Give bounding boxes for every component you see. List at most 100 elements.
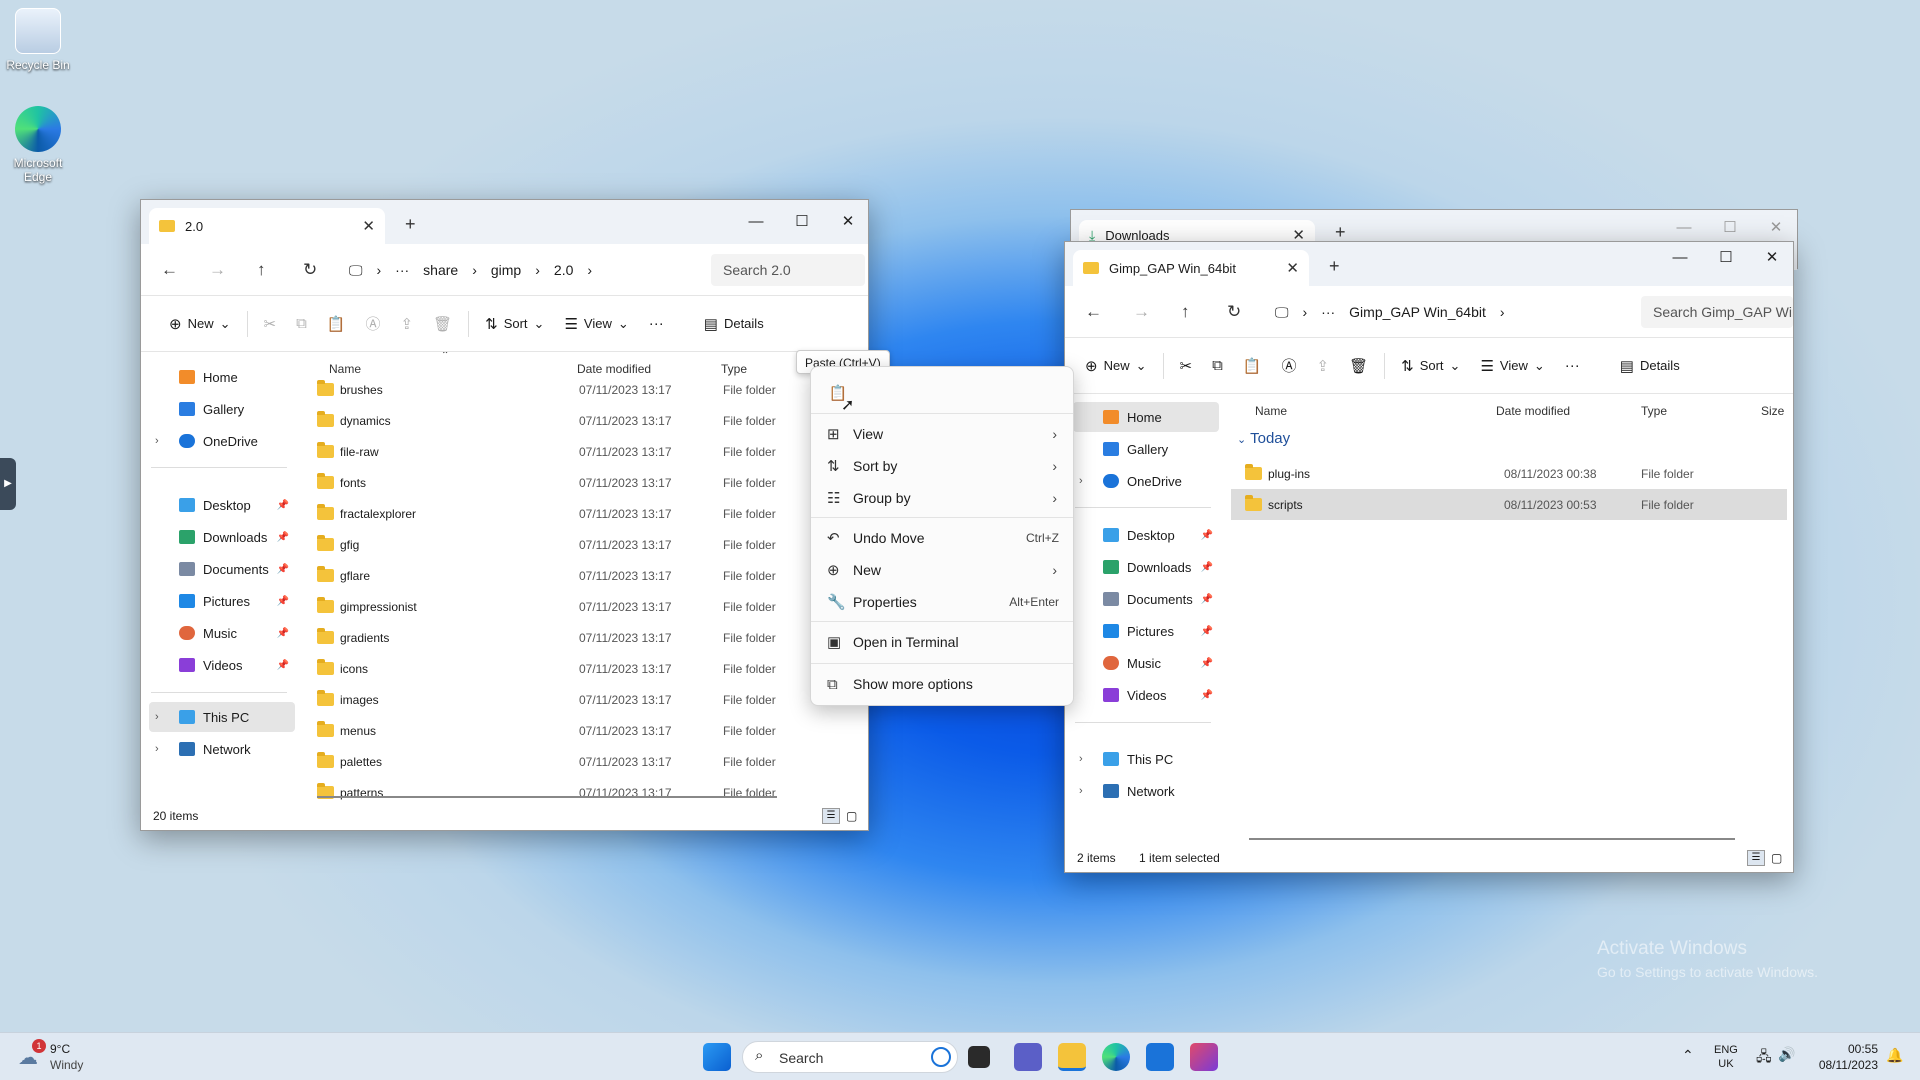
start-icon[interactable] — [703, 1043, 731, 1071]
table-row[interactable]: file-raw 07/11/2023 13:17 File folder — [299, 436, 860, 467]
delete-icon[interactable]: 🗑 — [423, 306, 462, 342]
more-icon[interactable]: ··· — [639, 306, 674, 342]
table-row[interactable]: brushes 07/11/2023 13:17 File folder — [299, 374, 860, 405]
chevron-right-icon[interactable]: › — [1079, 753, 1083, 765]
menu-item-show-more[interactable]: ⧉ Show more options — [815, 669, 1069, 699]
ellipsis-icon[interactable]: ··· — [395, 262, 409, 278]
crumb-2-0[interactable]: 2.0 — [554, 262, 573, 278]
sidebar-item-onedrive[interactable]: › OneDrive — [1073, 466, 1219, 496]
sidebar-item-this-pc[interactable]: › This PC — [149, 702, 295, 732]
chevron-right-icon[interactable]: › — [1079, 475, 1083, 487]
crumb-gimp-gap[interactable]: Gimp_GAP Win_64bit — [1349, 304, 1486, 320]
details-view-icon[interactable]: ☰ — [1747, 850, 1765, 866]
close-button[interactable]: ✕ — [825, 208, 871, 236]
sort-button[interactable]: ⇅ Sort ⌄ — [475, 306, 554, 342]
table-row[interactable]: patterns 07/11/2023 13:17 File folder — [299, 777, 860, 802]
table-row[interactable]: plug-ins 08/11/2023 00:38 File folder — [1231, 458, 1787, 489]
edge-desktop-icon[interactable]: Microsoft Edge — [1, 106, 75, 184]
table-row[interactable]: gflare 07/11/2023 13:17 File folder — [299, 560, 860, 591]
volume-icon[interactable]: 🔊 — [1778, 1046, 1795, 1063]
sidebar-item-pictures[interactable]: Pictures 📌 — [149, 586, 295, 616]
forward-icon[interactable]: → — [1133, 302, 1150, 322]
chevron-right-icon[interactable]: › — [155, 435, 159, 447]
horizontal-scrollbar[interactable] — [1249, 838, 1735, 840]
refresh-icon[interactable]: ↻ — [1227, 302, 1241, 322]
chevron-right-icon[interactable]: › — [155, 711, 159, 723]
sidebar-item-desktop[interactable]: Desktop 📌 — [149, 490, 295, 520]
column-header-type[interactable]: Type — [1641, 404, 1667, 418]
sidebar-item-gallery[interactable]: Gallery — [1073, 434, 1219, 464]
clock[interactable]: 00:55 08/11/2023 — [1806, 1041, 1878, 1073]
view-button[interactable]: ☰ View ⌄ — [554, 306, 638, 342]
menu-item-new[interactable]: ⊕ New › — [815, 555, 1069, 585]
weather-widget[interactable]: ☁ 1 9°C Windy — [18, 1039, 98, 1073]
horizontal-scrollbar[interactable] — [317, 796, 777, 798]
maximize-button[interactable]: ☐ — [1703, 244, 1749, 272]
tab-2-0[interactable]: 2.0 ✕ — [149, 208, 385, 244]
ellipsis-icon[interactable]: ··· — [1321, 304, 1335, 320]
delete-icon[interactable]: 🗑 — [1339, 348, 1378, 384]
teams-icon[interactable] — [1014, 1043, 1042, 1071]
column-header-size[interactable]: Size — [1761, 404, 1784, 418]
back-icon[interactable]: ← — [1085, 302, 1102, 322]
table-row[interactable]: icons 07/11/2023 13:17 File folder — [299, 653, 860, 684]
menu-item-group-by[interactable]: ☷ Group by › — [815, 483, 1069, 513]
new-tab-icon[interactable]: + — [1329, 256, 1340, 277]
table-row[interactable]: images 07/11/2023 13:17 File folder — [299, 684, 860, 715]
table-row[interactable]: fonts 07/11/2023 13:17 File folder — [299, 467, 860, 498]
sidebar-item-music[interactable]: Music 📌 — [149, 618, 295, 648]
more-icon[interactable]: ··· — [1555, 348, 1590, 384]
view-button[interactable]: ☰ View ⌄ — [1470, 348, 1554, 384]
rename-icon[interactable]: Ⓐ — [355, 306, 390, 342]
tiles-view-icon[interactable]: ▢ — [1771, 850, 1787, 866]
sidebar-item-home[interactable]: Home — [149, 362, 295, 392]
share-icon[interactable]: ⇪ — [1307, 348, 1340, 384]
table-row[interactable]: gfig 07/11/2023 13:17 File folder — [299, 529, 860, 560]
breadcrumb[interactable]: 🖵 › ··· Gimp_GAP Win_64bit › — [1265, 296, 1635, 328]
maximize-button[interactable]: ☐ — [779, 208, 825, 236]
tab-gimp-gap[interactable]: Gimp_GAP Win_64bit ✕ — [1073, 250, 1309, 286]
sidebar-item-videos[interactable]: Videos 📌 — [1073, 680, 1219, 710]
sidebar-item-network[interactable]: › Network — [149, 734, 295, 764]
sidebar-item-desktop[interactable]: Desktop 📌 — [1073, 520, 1219, 550]
sort-button[interactable]: ⇅ Sort ⌄ — [1391, 348, 1470, 384]
new-tab-icon[interactable]: + — [1335, 222, 1346, 243]
task-view-icon[interactable] — [968, 1046, 990, 1068]
menu-item-open-terminal[interactable]: ▣ Open in Terminal — [815, 627, 1069, 657]
sidebar-item-documents[interactable]: Documents 📌 — [1073, 584, 1219, 614]
maximize-button[interactable]: ☐ — [1707, 214, 1753, 242]
new-tab-icon[interactable]: + — [405, 214, 416, 235]
search-input[interactable]: Search Gimp_GAP Win — [1641, 296, 1793, 328]
menu-item-properties[interactable]: 🔧 Properties Alt+Enter — [815, 587, 1069, 617]
column-header-name[interactable]: Name — [1255, 404, 1287, 418]
table-row[interactable]: fractalexplorer 07/11/2023 13:17 File fold… — [299, 498, 860, 529]
chevron-right-icon[interactable]: › — [1079, 785, 1083, 797]
sidebar-item-downloads[interactable]: Downloads 📌 — [149, 522, 295, 552]
cut-icon[interactable]: ✂ — [1170, 348, 1203, 384]
table-row[interactable]: menus 07/11/2023 13:17 File folder — [299, 715, 860, 746]
table-row[interactable]: gradients 07/11/2023 13:17 File folder — [299, 622, 860, 653]
refresh-icon[interactable]: ↻ — [303, 260, 317, 280]
copy-icon[interactable]: ⧉ — [1202, 348, 1233, 384]
tiles-view-icon[interactable]: ▢ — [846, 808, 862, 824]
details-button[interactable]: ▤ Details — [694, 306, 774, 342]
share-icon[interactable]: ⇪ — [391, 306, 424, 342]
table-row[interactable]: gimpressionist 07/11/2023 13:17 File folde… — [299, 591, 860, 622]
file-explorer-icon[interactable] — [1058, 1043, 1086, 1071]
store-icon[interactable] — [1146, 1043, 1174, 1071]
menu-item-view[interactable]: ⊞ View › — [815, 419, 1069, 449]
crumb-gimp[interactable]: gimp — [491, 262, 521, 278]
sidebar-item-pictures[interactable]: Pictures 📌 — [1073, 616, 1219, 646]
table-row[interactable]: palettes 07/11/2023 13:17 File folder — [299, 746, 860, 777]
table-row[interactable]: scripts 08/11/2023 00:53 File folder — [1231, 489, 1787, 520]
table-row[interactable]: dynamics 07/11/2023 13:17 File folder — [299, 405, 860, 436]
network-tray-icon[interactable]: 🖧 — [1756, 1046, 1772, 1070]
chevron-up-icon[interactable]: ⌃ — [1682, 1047, 1694, 1064]
details-button[interactable]: ▤ Details — [1610, 348, 1690, 384]
sidebar-item-onedrive[interactable]: › OneDrive — [149, 426, 295, 456]
minimize-button[interactable]: — — [733, 208, 779, 236]
recycle-bin-icon[interactable]: Recycle Bin — [1, 8, 75, 72]
details-view-icon[interactable]: ☰ — [822, 808, 840, 824]
search-input[interactable]: Search 2.0 — [711, 254, 865, 286]
taskbar-search[interactable]: ⌕ Search — [742, 1041, 958, 1073]
